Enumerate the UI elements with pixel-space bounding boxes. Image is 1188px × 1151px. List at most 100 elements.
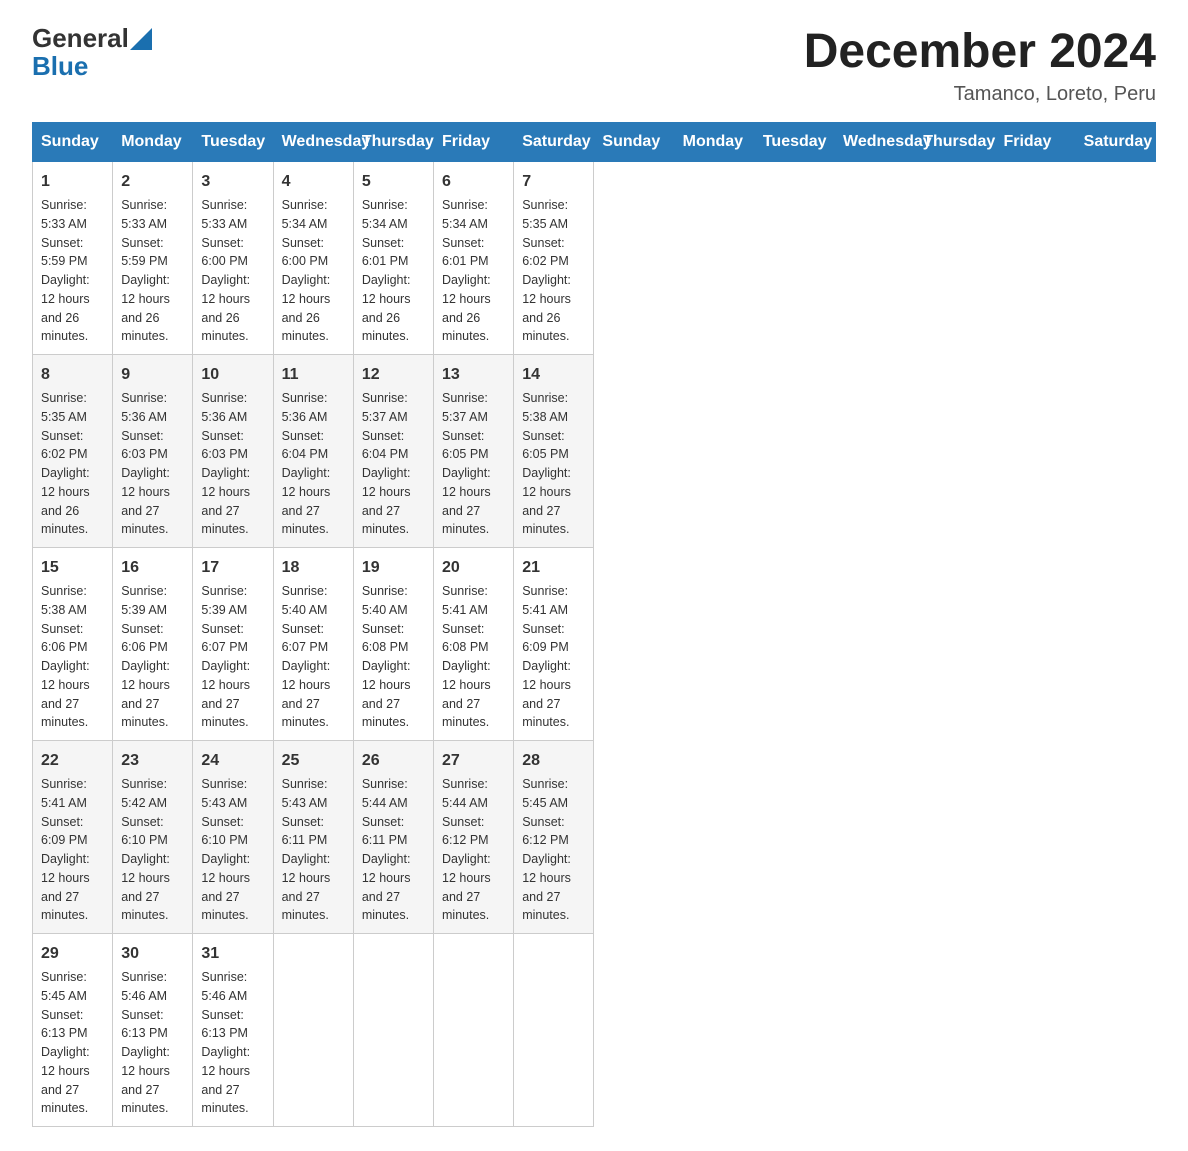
calendar-cell: 19 Sunrise: 5:40 AM Sunset: 6:08 PM Dayl… [353,548,433,741]
daylight-label: Daylight: 12 hours and 27 minutes. [201,852,250,922]
day-number: 17 [201,556,264,580]
sunrise-label: Sunrise: 5:44 AM [442,777,488,810]
calendar-cell: 9 Sunrise: 5:36 AM Sunset: 6:03 PM Dayli… [113,355,193,548]
col-header-friday: Friday [434,123,514,162]
day-number: 3 [201,170,264,194]
daylight-label: Daylight: 12 hours and 27 minutes. [41,1045,90,1115]
daylight-label: Daylight: 12 hours and 27 minutes. [121,466,170,536]
day-number: 16 [121,556,184,580]
col-header-thursday: Thursday [915,123,995,162]
sunset-label: Sunset: 5:59 PM [41,236,88,269]
calendar-cell: 5 Sunrise: 5:34 AM Sunset: 6:01 PM Dayli… [353,162,433,355]
header-row: SundayMondayTuesdayWednesdayThursdayFrid… [33,123,1156,162]
day-number: 24 [201,749,264,773]
calendar-cell: 25 Sunrise: 5:43 AM Sunset: 6:11 PM Dayl… [273,741,353,934]
col-header-sunday: Sunday [33,123,113,162]
daylight-label: Daylight: 12 hours and 27 minutes. [442,659,491,729]
daylight-label: Daylight: 12 hours and 26 minutes. [362,273,411,343]
calendar-cell: 22 Sunrise: 5:41 AM Sunset: 6:09 PM Dayl… [33,741,113,934]
sunset-label: Sunset: 6:07 PM [282,622,329,655]
day-number: 2 [121,170,184,194]
calendar-cell: 27 Sunrise: 5:44 AM Sunset: 6:12 PM Dayl… [434,741,514,934]
calendar-cell: 7 Sunrise: 5:35 AM Sunset: 6:02 PM Dayli… [514,162,594,355]
day-number: 9 [121,363,184,387]
sunset-label: Sunset: 6:11 PM [282,815,328,848]
col-header-tuesday: Tuesday [754,123,834,162]
calendar-cell: 17 Sunrise: 5:39 AM Sunset: 6:07 PM Dayl… [193,548,273,741]
daylight-label: Daylight: 12 hours and 27 minutes. [362,466,411,536]
daylight-label: Daylight: 12 hours and 27 minutes. [522,466,571,536]
sunset-label: Sunset: 6:08 PM [362,622,409,655]
sunrise-label: Sunrise: 5:36 AM [201,391,247,424]
sunset-label: Sunset: 6:03 PM [201,429,248,462]
sunrise-label: Sunrise: 5:33 AM [41,198,87,231]
sunrise-label: Sunrise: 5:41 AM [41,777,87,810]
sunrise-label: Sunrise: 5:37 AM [362,391,408,424]
sunrise-label: Sunrise: 5:39 AM [121,584,167,617]
daylight-label: Daylight: 12 hours and 27 minutes. [201,1045,250,1115]
day-number: 19 [362,556,425,580]
day-number: 30 [121,942,184,966]
col-header-wednesday: Wednesday [835,123,915,162]
daylight-label: Daylight: 12 hours and 27 minutes. [41,659,90,729]
daylight-label: Daylight: 12 hours and 26 minutes. [522,273,571,343]
sunset-label: Sunset: 6:04 PM [362,429,409,462]
daylight-label: Daylight: 12 hours and 26 minutes. [41,273,90,343]
day-number: 8 [41,363,104,387]
day-number: 14 [522,363,585,387]
sunrise-label: Sunrise: 5:41 AM [522,584,568,617]
daylight-label: Daylight: 12 hours and 27 minutes. [121,1045,170,1115]
sunrise-label: Sunrise: 5:44 AM [362,777,408,810]
calendar-cell: 18 Sunrise: 5:40 AM Sunset: 6:07 PM Dayl… [273,548,353,741]
sunrise-label: Sunrise: 5:39 AM [201,584,247,617]
day-number: 12 [362,363,425,387]
daylight-label: Daylight: 12 hours and 27 minutes. [442,852,491,922]
daylight-label: Daylight: 12 hours and 26 minutes. [282,273,331,343]
day-number: 5 [362,170,425,194]
sunrise-label: Sunrise: 5:43 AM [201,777,247,810]
week-row-2: 8 Sunrise: 5:35 AM Sunset: 6:02 PM Dayli… [33,355,1156,548]
calendar-cell: 16 Sunrise: 5:39 AM Sunset: 6:06 PM Dayl… [113,548,193,741]
sunrise-label: Sunrise: 5:33 AM [201,198,247,231]
sunset-label: Sunset: 6:05 PM [442,429,489,462]
day-number: 28 [522,749,585,773]
col-header-wednesday: Wednesday [273,123,353,162]
sunset-label: Sunset: 6:02 PM [522,236,569,269]
sunrise-label: Sunrise: 5:45 AM [41,970,87,1003]
logo: General Blue [32,24,152,82]
sunset-label: Sunset: 6:02 PM [41,429,88,462]
calendar-cell: 23 Sunrise: 5:42 AM Sunset: 6:10 PM Dayl… [113,741,193,934]
daylight-label: Daylight: 12 hours and 27 minutes. [121,852,170,922]
day-number: 11 [282,363,345,387]
col-header-tuesday: Tuesday [193,123,273,162]
day-number: 15 [41,556,104,580]
day-number: 10 [201,363,264,387]
sunset-label: Sunset: 6:09 PM [41,815,88,848]
sunset-label: Sunset: 6:04 PM [282,429,329,462]
sunrise-label: Sunrise: 5:41 AM [442,584,488,617]
sunrise-label: Sunrise: 5:35 AM [522,198,568,231]
week-row-4: 22 Sunrise: 5:41 AM Sunset: 6:09 PM Dayl… [33,741,1156,934]
calendar-cell: 11 Sunrise: 5:36 AM Sunset: 6:04 PM Dayl… [273,355,353,548]
calendar-cell [273,934,353,1127]
sunrise-label: Sunrise: 5:43 AM [282,777,328,810]
sunrise-label: Sunrise: 5:45 AM [522,777,568,810]
daylight-label: Daylight: 12 hours and 27 minutes. [121,659,170,729]
sunrise-label: Sunrise: 5:40 AM [282,584,328,617]
calendar-cell: 21 Sunrise: 5:41 AM Sunset: 6:09 PM Dayl… [514,548,594,741]
daylight-label: Daylight: 12 hours and 27 minutes. [201,659,250,729]
sunset-label: Sunset: 6:13 PM [41,1008,88,1041]
calendar-cell: 1 Sunrise: 5:33 AM Sunset: 5:59 PM Dayli… [33,162,113,355]
calendar-cell: 3 Sunrise: 5:33 AM Sunset: 6:00 PM Dayli… [193,162,273,355]
daylight-label: Daylight: 12 hours and 27 minutes. [201,466,250,536]
sunset-label: Sunset: 5:59 PM [121,236,168,269]
daylight-label: Daylight: 12 hours and 26 minutes. [442,273,491,343]
sunset-label: Sunset: 6:00 PM [282,236,329,269]
sunset-label: Sunset: 6:08 PM [442,622,489,655]
day-number: 26 [362,749,425,773]
sunset-label: Sunset: 6:12 PM [522,815,569,848]
day-number: 21 [522,556,585,580]
day-number: 31 [201,942,264,966]
sunset-label: Sunset: 6:03 PM [121,429,168,462]
col-header-saturday: Saturday [1075,123,1155,162]
